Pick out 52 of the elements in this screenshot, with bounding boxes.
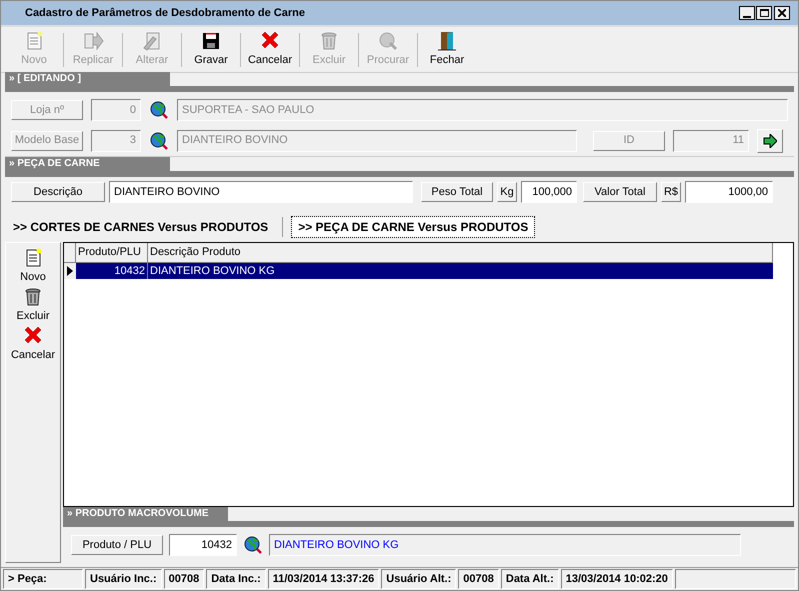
status-text: Data Alt.: xyxy=(500,569,559,589)
weight-field[interactable]: 100,000 xyxy=(521,181,577,203)
description-field[interactable]: DIANTEIRO BOVINO xyxy=(109,181,413,203)
field-label: Descrição xyxy=(11,182,105,202)
status-text: 11/03/2014 13:37:26 xyxy=(268,569,380,589)
status-text: Usuário Inc.: xyxy=(85,569,162,589)
close-icon xyxy=(778,9,786,17)
value-field[interactable]: 1000,00 xyxy=(685,181,773,203)
table-cell: 10432 xyxy=(76,263,148,279)
side-action-button[interactable]: Novo xyxy=(20,247,46,286)
status-text: 13/03/2014 10:02:20 xyxy=(560,569,673,589)
document-arrow-icon xyxy=(82,30,104,52)
unit-label: R$ xyxy=(661,182,681,202)
table-cell-text: DIANTEIRO BOVINO KG xyxy=(149,264,276,279)
globe-search-icon[interactable] xyxy=(149,130,169,150)
unit-label: Kg xyxy=(497,182,517,202)
tab[interactable]: >> PEÇA DE CARNE Versus PRODUTOS xyxy=(291,216,536,238)
arrow-right-icon xyxy=(763,134,777,148)
side-action-button[interactable]: Cancelar xyxy=(10,325,56,364)
close-button[interactable] xyxy=(774,6,790,20)
tab[interactable]: >> CORTES DE CARNES Versus PRODUTOS xyxy=(7,216,274,238)
window-title: Cadastro de Parâmetros de Desdobramento de Carne xyxy=(25,6,306,21)
maximize-button[interactable] xyxy=(756,6,772,20)
column-header[interactable]: Descrição Produto xyxy=(148,243,773,262)
door-icon xyxy=(436,30,458,52)
status-text: Usuário Alt.: xyxy=(381,569,456,589)
next-button[interactable] xyxy=(757,128,783,152)
status-text: 00708 xyxy=(458,569,499,589)
column-header[interactable]: Produto/PLU xyxy=(76,243,148,262)
plu-field[interactable]: 10432 xyxy=(169,534,237,556)
toolbar-button[interactable]: Gravar xyxy=(182,28,240,70)
globe-search-icon[interactable] xyxy=(149,100,169,120)
toolbar-button[interactable]: Cancelar xyxy=(241,28,299,70)
status-text: Data Inc.: xyxy=(206,569,266,589)
row-pointer-icon xyxy=(67,266,73,276)
side-action-button[interactable]: Excluir xyxy=(16,286,50,325)
status-text: 00708 xyxy=(164,569,204,589)
field-label: Peso Total xyxy=(421,182,493,202)
field-label: Produto / PLU xyxy=(71,535,163,555)
search-icon xyxy=(377,30,399,52)
status-text: > Peça: xyxy=(3,569,83,589)
minimize-button[interactable] xyxy=(739,6,755,20)
field-label: Modelo Base xyxy=(11,130,83,150)
globe-search-icon[interactable] xyxy=(243,535,263,555)
product-name-field[interactable]: DIANTEIRO BOVINO KG xyxy=(269,534,741,556)
toolbar-button[interactable]: Fechar xyxy=(418,28,476,70)
maximize-icon xyxy=(760,9,768,17)
field-label: ID xyxy=(593,130,665,150)
field-label: Loja nº xyxy=(11,100,83,120)
field-label: Valor Total xyxy=(583,182,657,202)
minimize-icon xyxy=(743,16,751,19)
table-row[interactable]: 10432 DIANTEIRO BOVINO KG xyxy=(64,263,773,279)
